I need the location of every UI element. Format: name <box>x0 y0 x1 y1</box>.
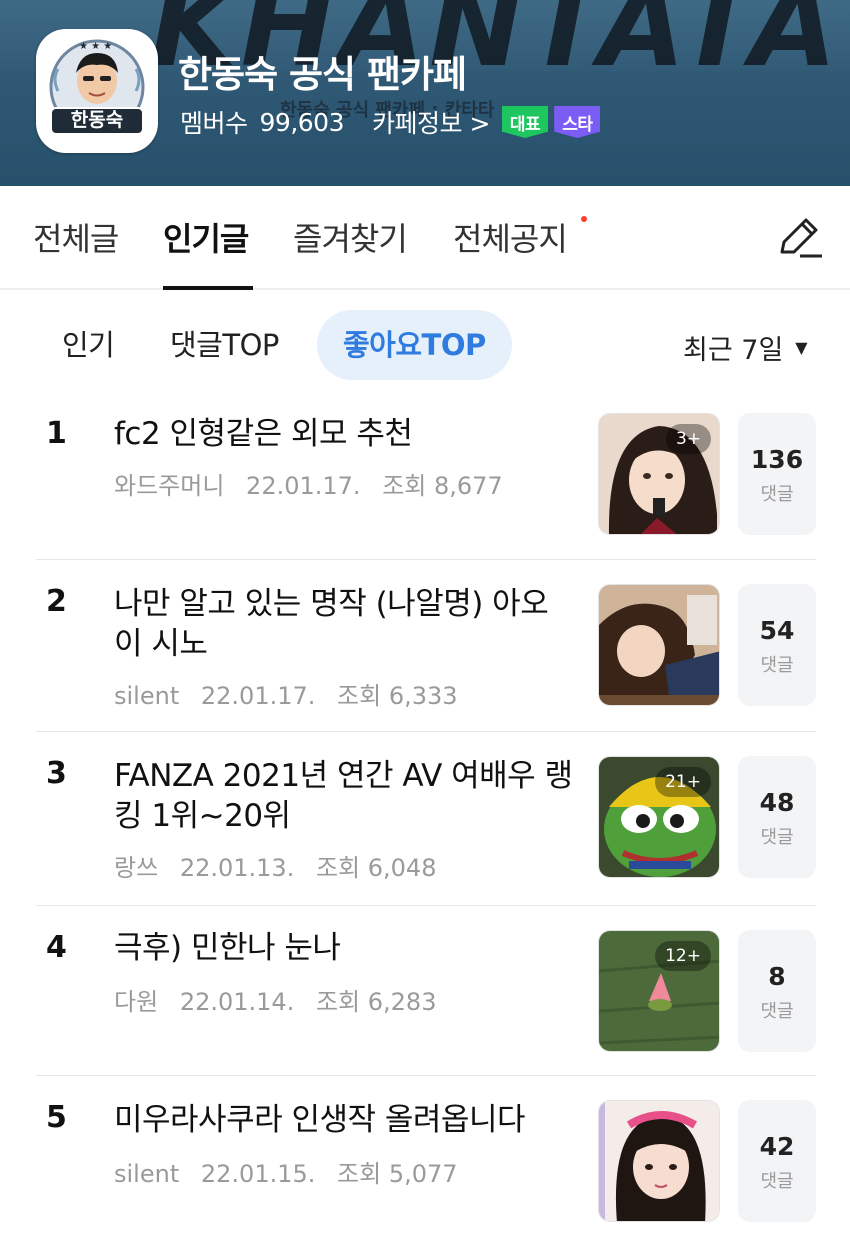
post-title[interactable]: fc2 인형같은 외모 추천 <box>114 414 574 454</box>
star-badge: 스타 <box>554 106 601 138</box>
members-label: 멤버수 <box>180 109 248 138</box>
tab-all-posts[interactable]: 전체글 <box>33 214 119 260</box>
post-thumbnail[interactable]: 12+ <box>598 930 720 1052</box>
comment-count: 42 <box>759 1132 795 1161</box>
post-views: 조회 5,077 <box>337 1160 458 1188</box>
comment-count-box[interactable]: 54 댓글 <box>738 584 816 706</box>
comment-count: 136 <box>750 445 804 474</box>
post-rank: 3 <box>46 756 67 791</box>
cafe-banner: KHANTATA 한동숙 공식 팬카페 : 칸타타 ★ ★ ★ 한동숙 한동숙 … <box>0 0 850 186</box>
post-date: 22.01.14. <box>179 988 295 1016</box>
post-rank: 2 <box>46 584 67 619</box>
comment-count-box[interactable]: 8 댓글 <box>738 930 816 1052</box>
post-author: silent <box>114 682 180 710</box>
comment-count: 54 <box>759 616 795 645</box>
period-label: 최근 7일 <box>683 335 784 366</box>
representative-badge: 대표 <box>501 106 549 138</box>
comment-label: 댓글 <box>760 1001 794 1022</box>
post-item[interactable]: 5 미우라사쿠라 인생작 올려옵니다 silent 22.01.15. 조회 5… <box>36 1076 816 1237</box>
post-title[interactable]: 극후) 민한나 눈나 <box>114 928 574 968</box>
comment-count: 8 <box>768 962 786 991</box>
cafe-title: 한동숙 공식 팬카페 <box>178 53 467 96</box>
cafe-logo[interactable]: ★ ★ ★ 한동숙 <box>36 29 158 153</box>
filter-like-top[interactable]: 좋아요TOP <box>317 310 512 380</box>
tab-popular-posts[interactable]: 인기글 <box>163 214 249 260</box>
post-meta: 다원 22.01.14. 조회 6,283 <box>114 982 450 1017</box>
thumbnail-image-count: 21+ <box>655 767 711 797</box>
tab-favorites[interactable]: 즐겨찾기 <box>293 214 408 260</box>
comment-label: 댓글 <box>760 827 794 848</box>
post-date: 22.01.15. <box>200 1160 316 1188</box>
post-title[interactable]: 미우라사쿠라 인생작 올려옵니다 <box>114 1100 574 1140</box>
pencil-icon <box>780 218 822 258</box>
post-date: 22.01.17. <box>200 682 316 710</box>
svg-text:★ ★ ★: ★ ★ ★ <box>79 41 112 52</box>
post-thumbnail[interactable]: 3+ <box>598 413 720 535</box>
period-dropdown[interactable]: 최근 7일 ▼ <box>683 328 808 367</box>
write-post-button[interactable] <box>774 212 824 262</box>
post-author: 랑쓰 <box>114 854 159 882</box>
comment-label: 댓글 <box>760 484 794 505</box>
post-author: 와드주머니 <box>114 472 225 500</box>
post-date: 22.01.17. <box>246 472 361 500</box>
filter-popular[interactable]: 인기 <box>62 310 115 380</box>
comment-count-box[interactable]: 48 댓글 <box>738 756 816 878</box>
caret-down-icon: ▼ <box>795 338 808 357</box>
board-tabs: 전체글 인기글 즐겨찾기 전체공지 <box>0 186 850 290</box>
post-thumbnail[interactable]: 21+ <box>598 756 720 878</box>
comment-label: 댓글 <box>760 1171 794 1192</box>
post-item[interactable]: 1 fc2 인형같은 외모 추천 와드주머니 22.01.17. 조회 8,67… <box>36 396 816 560</box>
post-thumbnail[interactable] <box>598 584 720 706</box>
thumbnail-image <box>599 1101 719 1221</box>
thumbnail-image-count: 12+ <box>655 941 711 971</box>
post-meta: 와드주머니 22.01.17. 조회 8,677 <box>114 466 517 501</box>
post-views: 조회 8,677 <box>382 472 503 500</box>
post-rank: 1 <box>46 416 67 451</box>
post-thumbnail[interactable] <box>598 1100 720 1222</box>
sort-filter-row: 인기 댓글TOP 좋아요TOP 최근 7일 ▼ <box>0 292 850 396</box>
post-date: 22.01.13. <box>179 854 295 882</box>
post-meta: silent 22.01.15. 조회 5,077 <box>114 1154 472 1189</box>
post-views: 조회 6,283 <box>315 988 437 1016</box>
post-title[interactable]: 나만 알고 있는 명작 (나알명) 아오이 시노 <box>114 584 574 664</box>
filter-comment-top[interactable]: 댓글TOP <box>170 310 279 380</box>
post-author: 다원 <box>114 988 159 1016</box>
logo-label: 한동숙 <box>50 107 144 135</box>
thumbnail-image <box>599 585 719 705</box>
new-notice-dot <box>581 216 587 222</box>
post-views: 조회 6,048 <box>315 854 437 882</box>
thumbnail-image-count: 3+ <box>665 424 711 454</box>
active-tab-indicator <box>163 286 253 290</box>
cafe-info-link[interactable]: 카페정보 > <box>372 104 490 140</box>
members-count: 99,603 <box>259 107 345 137</box>
post-item[interactable]: 3 FANZA 2021년 연간 AV 여배우 랭킹 1위~20위 랑쓰 22.… <box>36 732 816 906</box>
post-views: 조회 6,333 <box>337 682 458 710</box>
post-item[interactable]: 4 극후) 민한나 눈나 다원 22.01.14. 조회 6,283 12+ 8… <box>36 906 816 1076</box>
tab-all-notices[interactable]: 전체공지 <box>453 214 568 260</box>
post-author: silent <box>114 1160 180 1188</box>
comment-label: 댓글 <box>760 655 794 676</box>
cafe-meta: 멤버수 99,603 카페정보 > 대표 스타 <box>180 104 606 140</box>
post-rank: 5 <box>46 1100 67 1135</box>
post-meta: 랑쓰 22.01.13. 조회 6,048 <box>114 848 450 883</box>
comment-count: 48 <box>759 788 795 817</box>
post-rank: 4 <box>46 930 67 965</box>
post-item[interactable]: 2 나만 알고 있는 명작 (나알명) 아오이 시노 silent 22.01.… <box>36 560 816 732</box>
post-title[interactable]: FANZA 2021년 연간 AV 여배우 랭킹 1위~20위 <box>114 756 574 836</box>
post-meta: silent 22.01.17. 조회 6,333 <box>114 676 472 711</box>
comment-count-box[interactable]: 42 댓글 <box>738 1100 816 1222</box>
comment-count-box[interactable]: 136 댓글 <box>738 413 816 535</box>
